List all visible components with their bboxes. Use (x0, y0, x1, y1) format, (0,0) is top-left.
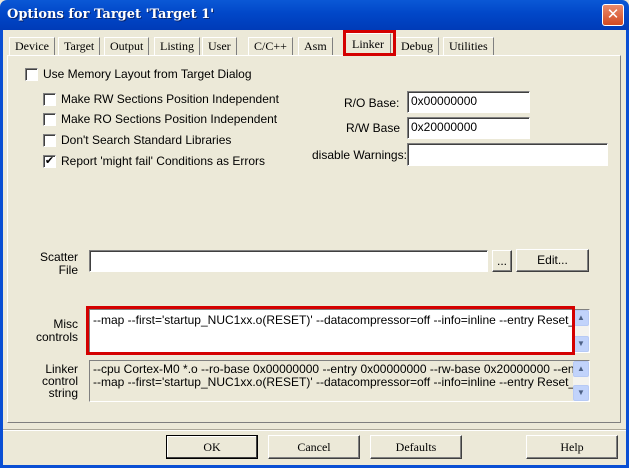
might-fail-errors-label: Report 'might fail' Conditions as Errors (61, 154, 265, 168)
linker-control-string-textarea[interactable]: --cpu Cortex-M0 *.o --ro-base 0x00000000… (89, 360, 590, 402)
defaults-button[interactable]: Defaults (370, 435, 462, 459)
ro-base-label: R/O Base: (344, 96, 400, 110)
cancel-button[interactable]: Cancel (268, 435, 360, 459)
disable-warnings-label: disable Warnings: (312, 148, 407, 162)
scatter-file-input[interactable] (89, 250, 488, 272)
tab-utilities[interactable]: Utilities (443, 37, 494, 55)
ok-button[interactable]: OK (166, 435, 258, 459)
might-fail-errors-checkbox[interactable]: ✔ (43, 155, 56, 168)
rw-independent-label: Make RW Sections Position Independent (61, 92, 279, 106)
ro-independent-checkbox[interactable] (43, 113, 56, 126)
window-frame-left (0, 30, 3, 468)
rw-independent-checkbox[interactable] (43, 93, 56, 106)
use-memory-layout-label: Use Memory Layout from Target Dialog (43, 67, 252, 81)
linker-control-string-label: Linker control string (41, 362, 78, 400)
linker-string-scrollbar[interactable]: ▲ ▼ (573, 361, 589, 401)
linker-string-line-2: --map --first='startup_NUC1xx.o(RESET)' … (93, 376, 573, 389)
scatter-browse-button[interactable]: ... (492, 250, 512, 272)
scroll-down-icon[interactable]: ▼ (573, 385, 589, 401)
bottom-separator (3, 429, 626, 431)
use-memory-layout-checkbox[interactable] (25, 68, 38, 81)
misc-controls-highlight (86, 306, 575, 355)
rw-base-input[interactable]: 0x20000000 (407, 117, 530, 139)
ro-independent-label: Make RO Sections Position Independent (61, 112, 278, 126)
tab-user[interactable]: User (202, 37, 237, 55)
scatter-edit-button[interactable]: Edit... (516, 249, 589, 272)
tab-listing[interactable]: Listing (154, 37, 201, 55)
misc-controls-scrollbar[interactable]: ▲ ▼ (573, 310, 589, 352)
tab-debug[interactable]: Debug (395, 37, 439, 55)
help-button[interactable]: Help (526, 435, 618, 459)
rw-base-label: R/W Base (346, 121, 401, 135)
window-title: Options for Target 'Target 1' (7, 7, 215, 22)
scatter-file-label: Scatter File (39, 250, 78, 277)
disable-warnings-input[interactable] (407, 143, 608, 166)
linker-tab-highlight (343, 30, 396, 56)
tab-output[interactable]: Output (104, 37, 150, 55)
scroll-up-icon[interactable]: ▲ (573, 310, 589, 326)
tab-asm[interactable]: Asm (298, 37, 333, 55)
close-button[interactable]: ✕ (602, 4, 624, 26)
scroll-up-icon[interactable]: ▲ (573, 361, 589, 377)
dont-search-libs-checkbox[interactable] (43, 134, 56, 147)
ro-base-input[interactable]: 0x00000000 (407, 91, 530, 113)
title-bar[interactable]: Options for Target 'Target 1' ✕ (0, 0, 629, 30)
linker-string-line-1: --cpu Cortex-M0 *.o --ro-base 0x00000000… (93, 363, 573, 376)
dont-search-libs-label: Don't Search Standard Libraries (61, 133, 232, 147)
tab-c-cpp[interactable]: C/C++ (248, 37, 293, 55)
close-icon: ✕ (606, 5, 620, 23)
tab-target[interactable]: Target (58, 37, 101, 55)
check-mark-icon: ✔ (44, 155, 55, 167)
tab-device[interactable]: Device (9, 37, 55, 55)
misc-controls-label: Misc controls (35, 317, 78, 344)
scroll-down-icon[interactable]: ▼ (573, 336, 589, 352)
